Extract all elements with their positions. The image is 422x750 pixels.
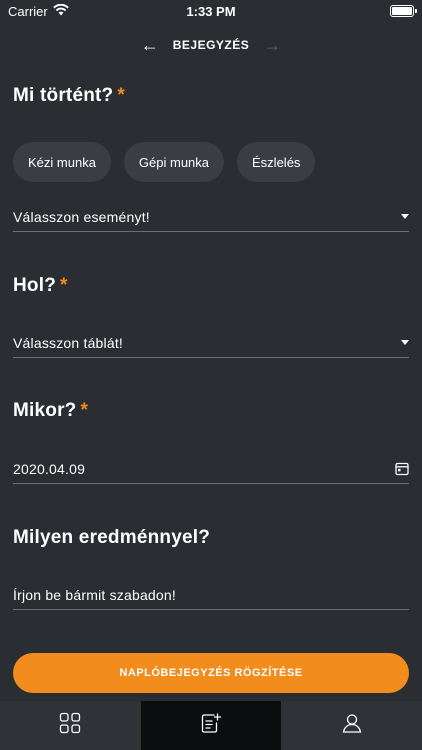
chip-manual-work[interactable]: Kézi munka — [13, 142, 111, 182]
table-select-value: Válasszon táblát! — [13, 334, 124, 351]
date-value: 2020.04.09 — [13, 460, 86, 477]
chip-machine-work[interactable]: Gépi munka — [123, 142, 225, 182]
date-field[interactable]: 2020.04.09 — [13, 454, 409, 484]
section-what-label: Mi történt? — [13, 85, 114, 106]
tab-new-entry[interactable] — [140, 701, 282, 750]
activity-chips: Kézi munka Gépi munka Észlelés — [13, 142, 316, 182]
tab-profile[interactable] — [281, 701, 422, 750]
required-mark: * — [117, 85, 125, 106]
calendar-icon[interactable] — [395, 462, 409, 476]
section-what-title: Mi történt? * — [13, 85, 125, 107]
battery-icon — [390, 5, 417, 17]
grid-icon — [59, 712, 81, 739]
tab-bar — [0, 701, 422, 750]
event-select-value: Válasszon eseményt! — [13, 208, 150, 225]
chip-observation[interactable]: Észlelés — [237, 142, 316, 182]
user-icon — [341, 712, 363, 739]
section-result-title: Milyen eredménnyel? — [13, 527, 210, 549]
arrow-left-icon[interactable]: ← — [141, 36, 159, 54]
nav-header: ← BEJEGYZÉS → — [0, 30, 422, 60]
tab-dashboard[interactable] — [0, 701, 141, 750]
result-placeholder: Írjon be bármit szabadon! — [13, 586, 176, 603]
page-title: BEJEGYZÉS — [172, 38, 250, 52]
section-result-label: Milyen eredménnyel? — [13, 527, 211, 548]
table-select[interactable]: Válasszon táblát! — [13, 328, 409, 358]
submit-button[interactable]: NAPLÓBEJEGYZÉS RÖGZÍTÉSE — [13, 653, 409, 693]
required-mark: * — [60, 275, 68, 296]
status-bar: Carrier 1:33 PM — [0, 0, 422, 22]
section-where-title: Hol? * — [13, 275, 68, 297]
dropdown-caret-icon — [401, 340, 409, 345]
event-select[interactable]: Válasszon eseményt! — [13, 202, 409, 232]
wifi-icon — [52, 3, 69, 19]
section-when-label: Mikor? — [13, 400, 77, 421]
arrow-right-icon[interactable]: → — [263, 36, 281, 54]
status-left: Carrier — [8, 3, 69, 19]
required-mark: * — [80, 400, 89, 421]
section-when-title: Mikor? * — [13, 400, 88, 422]
dropdown-caret-icon — [401, 214, 409, 219]
result-input[interactable]: Írjon be bármit szabadon! — [13, 580, 409, 610]
edit-note-icon — [200, 712, 222, 739]
section-where-label: Hol? — [13, 275, 57, 296]
carrier-label: Carrier — [8, 3, 48, 19]
